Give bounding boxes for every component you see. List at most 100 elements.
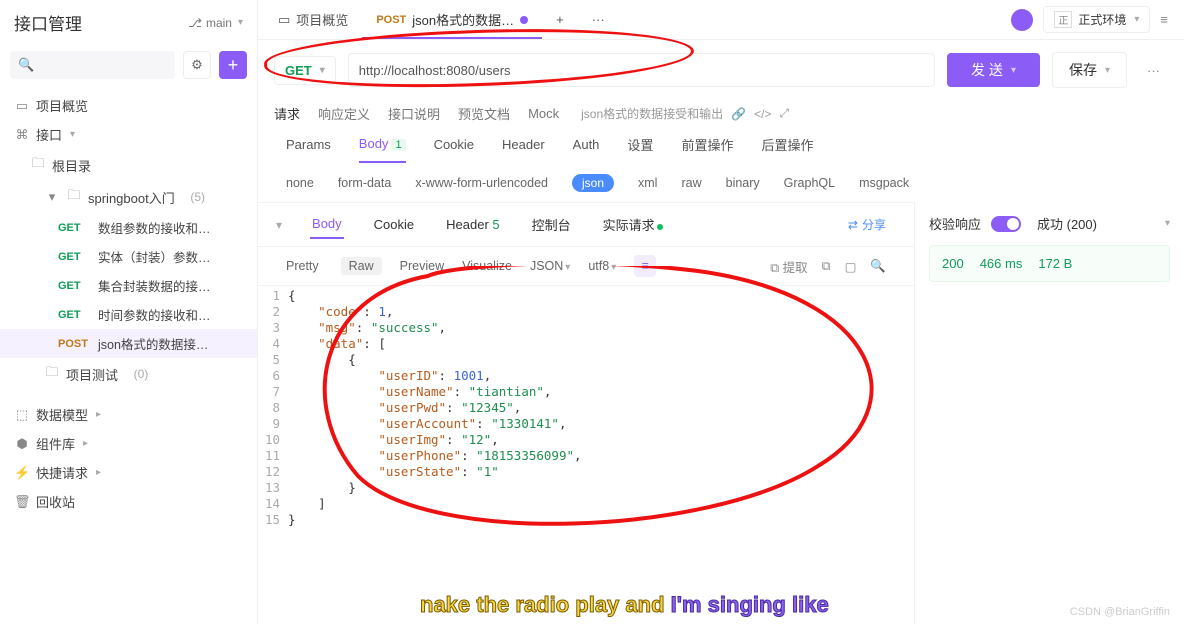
menu-icon[interactable]: ≡ <box>1160 12 1168 27</box>
resptab-header[interactable]: Header 5 <box>444 211 502 238</box>
method-label: GET <box>58 222 92 234</box>
tab-new[interactable]: + <box>542 0 578 39</box>
resptab-console[interactable]: 控制台 <box>530 209 573 240</box>
save-button[interactable]: 保存▾ <box>1052 52 1127 88</box>
bodytype-json[interactable]: json <box>572 174 614 192</box>
copy-icon[interactable]: ⧉ <box>822 259 831 274</box>
body-count-badge: 1 <box>391 139 405 151</box>
code-icon[interactable]: </> <box>754 107 771 121</box>
paramtab-settings[interactable]: 设置 <box>627 135 653 164</box>
api-item[interactable]: GET实体（封装）参数… <box>0 242 257 271</box>
format-button[interactable]: ≡ <box>634 255 656 277</box>
search-input[interactable]: 🔍 <box>10 51 175 79</box>
bodytype-form[interactable]: form-data <box>338 176 392 190</box>
validate-toggle[interactable] <box>991 216 1021 232</box>
method-label: GET <box>58 309 92 321</box>
view-label: utf8 <box>588 259 609 273</box>
filter-button[interactable]: ⚙ <box>183 51 211 79</box>
folder-icon: 🗀 <box>44 363 60 385</box>
nav-folder-springboot[interactable]: ▾🗀springboot入门 (5) <box>0 181 257 213</box>
nav-components[interactable]: ⬢组件库▸ <box>0 429 257 458</box>
response-metrics: 200 466 ms 172 B <box>929 245 1170 282</box>
paramtab-params[interactable]: Params <box>286 137 331 162</box>
subtab-apidoc[interactable]: 接口说明 <box>388 104 440 123</box>
sidebar-title: 接口管理 <box>14 10 180 35</box>
api-item-selected[interactable]: POSTjson格式的数据接… <box>0 329 257 358</box>
share-button[interactable]: ⇄分享 <box>848 216 886 233</box>
view-visualize[interactable]: Visualize <box>462 259 512 273</box>
chevron-down-icon: ▾ <box>320 65 325 76</box>
api-item[interactable]: GET集合封装数据的接… <box>0 271 257 300</box>
more-icon: ··· <box>592 12 605 27</box>
paramtab-post[interactable]: 后置操作 <box>761 135 813 164</box>
environment-selector[interactable]: 正正式环境▾ <box>1043 6 1150 33</box>
paramtab-header[interactable]: Header <box>502 137 545 162</box>
dot-indicator-icon <box>657 224 663 230</box>
subtab-request[interactable]: 请求 <box>274 104 300 123</box>
popup-icon[interactable]: ▢ <box>845 259 857 274</box>
method-label: POST <box>376 14 406 26</box>
nav-folder-test[interactable]: 🗀项目测试 (0) <box>0 358 257 390</box>
resptab-cookie[interactable]: Cookie <box>372 211 416 238</box>
nav-root-folder[interactable]: 🗀根目录 <box>0 149 257 181</box>
bodytype-graphql[interactable]: GraphQL <box>784 176 835 190</box>
subtitle-part2: I'm singing like <box>671 592 829 617</box>
env-indicator-icon[interactable] <box>1011 9 1033 31</box>
api-icon: ⌘ <box>14 127 30 143</box>
paramtab-pre[interactable]: 前置操作 <box>681 135 733 164</box>
response-time: 466 ms <box>980 256 1023 271</box>
chevron-down-icon: ▾ <box>44 189 60 205</box>
api-item[interactable]: GET时间参数的接收和… <box>0 300 257 329</box>
nav-label: 回收站 <box>36 492 75 511</box>
nav-quick-request[interactable]: ⚡快捷请求▸ <box>0 458 257 487</box>
link-icon[interactable]: 🔗 <box>731 107 746 121</box>
tab-active-api[interactable]: POSTjson格式的数据… <box>362 0 542 39</box>
tab-overview[interactable]: ▭项目概览 <box>264 0 362 39</box>
view-utf8[interactable]: utf8▾ <box>588 259 616 273</box>
paramtab-body[interactable]: Body1 <box>359 136 406 163</box>
nav-recycle[interactable]: 🗑回收站 <box>0 487 257 516</box>
tab-label: 项目概览 <box>296 10 348 29</box>
search-icon[interactable]: 🔍 <box>870 259 886 274</box>
chevron-down-icon[interactable]: ▾ <box>1165 218 1170 229</box>
view-raw[interactable]: Raw <box>341 257 382 275</box>
url-input[interactable] <box>348 53 935 87</box>
search-icon: 🔍 <box>18 57 34 73</box>
nav-data-model[interactable]: ⬚数据模型▸ <box>0 400 257 429</box>
param-tab-bar: Params Body1 Cookie Header Auth 设置 前置操作 … <box>258 127 1184 164</box>
method-selector[interactable]: GET▾ <box>274 56 336 85</box>
bodytype-binary[interactable]: binary <box>726 176 760 190</box>
subtab-mock[interactable]: Mock <box>528 106 559 121</box>
send-button[interactable]: 发 送▾ <box>947 53 1040 87</box>
extract-button[interactable]: ⧉ 提取 <box>770 257 807 276</box>
api-label: 集合封装数据的接… <box>98 276 211 295</box>
view-json[interactable]: JSON▾ <box>530 259 570 273</box>
tab-more[interactable]: ··· <box>578 0 619 39</box>
plus-icon: + <box>228 55 239 76</box>
paramtab-cookie[interactable]: Cookie <box>434 137 474 162</box>
chevron-down-icon[interactable]: ▾ <box>276 218 282 232</box>
subtab-preview[interactable]: 预览文档 <box>458 104 510 123</box>
view-preview[interactable]: Preview <box>400 259 444 273</box>
nav-api-root[interactable]: ⌘接口▾ <box>0 120 257 149</box>
nav-overview[interactable]: ▭项目概览 <box>0 91 257 120</box>
api-label: 数组参数的接收和… <box>98 218 211 237</box>
bodytype-none[interactable]: none <box>286 176 314 190</box>
view-label: JSON <box>530 259 563 273</box>
more-button[interactable]: ··· <box>1139 57 1168 84</box>
add-button[interactable]: + <box>219 51 247 79</box>
bodytype-xml[interactable]: xml <box>638 176 657 190</box>
expand-icon[interactable]: ⤢ <box>779 106 789 121</box>
bodytype-raw[interactable]: raw <box>681 176 701 190</box>
resptab-actual[interactable]: 实际请求 <box>601 209 665 240</box>
bodytype-msgpack[interactable]: msgpack <box>859 176 909 190</box>
api-item[interactable]: GET 数组参数的接收和… <box>0 213 257 242</box>
validate-label: 校验响应 <box>929 214 981 233</box>
bodytype-xwww[interactable]: x-www-form-urlencoded <box>415 176 548 190</box>
response-code[interactable]: { "code": 1, "msg": "success", "data": [… <box>288 288 914 624</box>
branch-selector[interactable]: ⎇ main ▾ <box>188 16 243 30</box>
view-pretty[interactable]: Pretty <box>286 259 323 273</box>
resptab-body[interactable]: Body <box>310 210 344 239</box>
paramtab-auth[interactable]: Auth <box>573 137 600 162</box>
subtab-respdef[interactable]: 响应定义 <box>318 104 370 123</box>
